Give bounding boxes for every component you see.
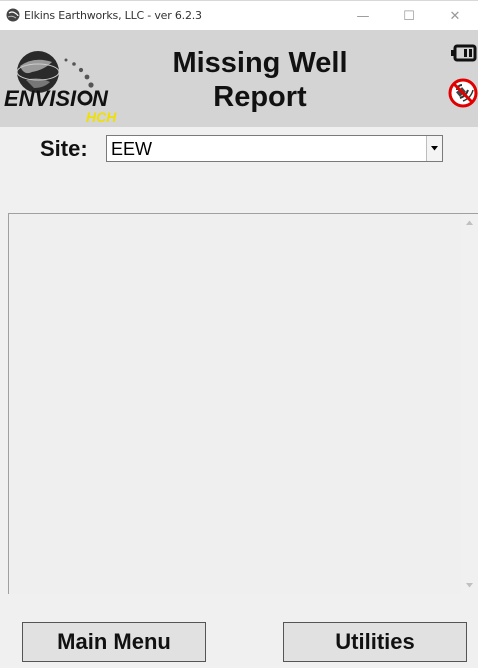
scroll-down-arrow-icon[interactable] (461, 577, 478, 594)
app-header: ENVISI N HCH Missing Well Report (0, 30, 478, 127)
site-dropdown-value: EEW (111, 139, 153, 159)
site-dropdown[interactable]: EEW (106, 135, 443, 162)
battery-icon (451, 44, 477, 62)
site-row: Site: EEW (0, 133, 478, 165)
list-scrollbar[interactable] (461, 214, 478, 594)
main-menu-button[interactable]: Main Menu (22, 622, 206, 662)
utilities-button[interactable]: Utilities (283, 622, 467, 662)
page-title-line2: Report (213, 81, 307, 113)
svg-text:HCH: HCH (86, 109, 117, 124)
svg-text:N: N (92, 86, 109, 111)
maximize-button[interactable]: ☐ (386, 1, 432, 31)
close-button[interactable]: ✕ (432, 1, 478, 31)
scroll-up-arrow-icon[interactable] (461, 214, 478, 231)
window-title: Elkins Earthworks, LLC - ver 6.2.3 (24, 9, 202, 22)
site-label: Site: (40, 136, 88, 161)
window-titlebar[interactable]: Elkins Earthworks, LLC - ver 6.2.3 — ☐ ✕ (0, 0, 478, 30)
missing-wells-list[interactable] (8, 213, 478, 594)
minimize-button[interactable]: — (340, 1, 386, 31)
envision-logo: ENVISI N HCH (4, 51, 117, 124)
app-globe-icon (6, 8, 20, 22)
page-title-line1: Missing Well (172, 47, 348, 79)
no-signal-icon (448, 78, 478, 108)
dropdown-arrow-icon[interactable] (426, 136, 442, 161)
page-title: Missing Well Report (150, 46, 370, 114)
svg-text:ENVISI: ENVISI (4, 86, 77, 111)
